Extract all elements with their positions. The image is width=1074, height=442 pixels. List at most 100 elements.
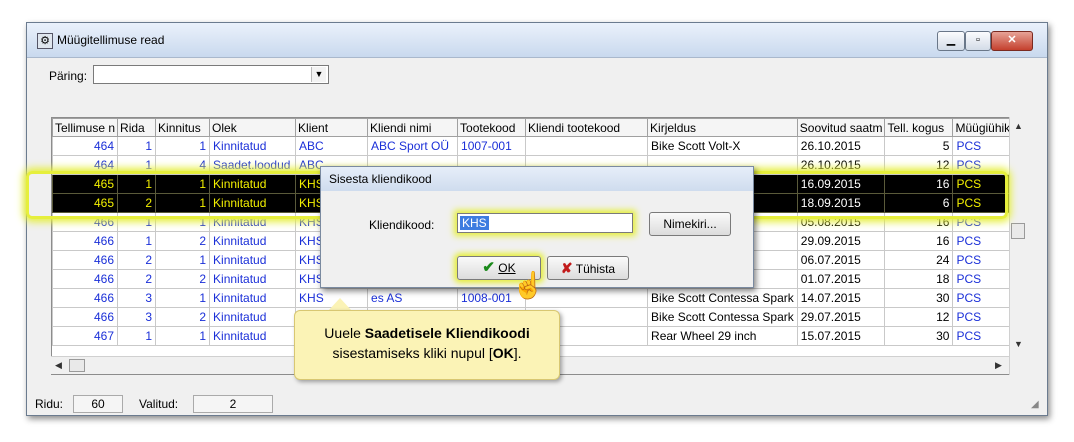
vertical-scrollbar[interactable]: ▲ ▼ [1009, 117, 1026, 375]
table-cell: 16.09.2015 [796, 174, 886, 194]
table-cell: 16 [884, 212, 954, 232]
table-cell: 1 [155, 193, 211, 213]
column-header[interactable]: Kliendi tootekood [525, 118, 649, 137]
table-cell: 1 [117, 326, 157, 346]
rows-count-label: Ridu: [35, 397, 64, 411]
table-header: Tellimuse n Rida Kinnitus Olek Klient Kliendi… [52, 118, 1014, 137]
table-cell: 06.07.2015 [796, 250, 886, 270]
table-cell: 466 [52, 212, 119, 232]
vertical-scroll-thumb[interactable] [1011, 223, 1025, 239]
chevron-down-icon[interactable]: ▼ [311, 67, 326, 82]
customer-code-value: KHS [460, 216, 489, 230]
customer-list-button[interactable]: Nimekiri... [649, 212, 731, 236]
table-cell: Bike Scott Contessa Spark [647, 288, 798, 308]
callout-line-1: Uuele Saadetisele Kliendikoodi [295, 323, 559, 343]
table-cell: Kinnitatud [209, 288, 297, 308]
table-cell: Bike Scott Volt-X [647, 136, 798, 156]
table-cell: 467 [52, 326, 119, 346]
table-cell: 29.07.2015 [796, 307, 886, 327]
column-header[interactable]: Tell. kogus [884, 118, 954, 137]
table-cell: 30 [884, 288, 954, 308]
column-header[interactable]: Soovitud saatm [796, 118, 886, 137]
table-cell: Kinnitatud [209, 250, 297, 270]
column-header[interactable]: Olek [209, 118, 297, 137]
table-cell: Saadet.loodud [209, 155, 297, 175]
table-cell: 1 [155, 250, 211, 270]
callout-emphasis: OK [492, 345, 514, 361]
column-header[interactable]: Kirjeldus [647, 118, 798, 137]
table-cell: Kinnitatud [209, 231, 297, 251]
table-cell: 1 [155, 326, 211, 346]
table-cell: Kinnitatud [209, 174, 297, 194]
scroll-down-icon[interactable]: ▼ [1014, 339, 1023, 349]
column-header[interactable]: Klient [295, 118, 369, 137]
app-window-icon: ⚙ [37, 33, 53, 49]
table-cell: 18.09.2015 [796, 193, 886, 213]
table-cell: 26.10.2015 [796, 136, 886, 156]
callout-emphasis: Saadetisele Kliendikoodi [364, 325, 530, 341]
table-cell: 18 [884, 269, 954, 289]
table-row[interactable]: 464 1 1 Kinnitatud ABC ABC Sport OÜ 1007-001 Bi… [52, 136, 1014, 156]
table-cell: 464 [52, 136, 119, 156]
table-cell: 2 [117, 193, 157, 213]
selected-count-label: Valitud: [139, 397, 179, 411]
cancel-button-label: Tühista [575, 262, 616, 276]
table-cell: 2 [117, 250, 157, 270]
table-cell: PCS [952, 307, 1014, 327]
table-cell: 2 [117, 269, 157, 289]
minimize-icon[interactable]: ▁ [937, 31, 965, 51]
table-cell: PCS [952, 250, 1014, 270]
maximize-icon[interactable]: ▫ [965, 31, 991, 51]
resize-grip-icon[interactable]: ◢ [1031, 399, 1039, 410]
table-cell: 12 [884, 307, 954, 327]
table-cell: 16 [884, 174, 954, 194]
scroll-right-icon[interactable]: ▶ [995, 360, 1002, 371]
cross-icon: ✘ [560, 260, 573, 276]
rows-count-value: 60 [73, 395, 123, 413]
title-bar[interactable]: ⚙ Müügitellimuse read ▁ ▫ ✕ [27, 23, 1047, 58]
callout-text: Uuele [324, 325, 365, 341]
column-header[interactable]: Tellimuse n [52, 118, 119, 137]
close-icon[interactable]: ✕ [991, 31, 1033, 51]
table-cell: Kinnitatud [209, 269, 297, 289]
checkmark-icon: ✔ [482, 259, 495, 276]
table-cell: 24 [884, 250, 954, 270]
table-cell: PCS [952, 155, 1014, 175]
scroll-left-icon[interactable]: ◀ [55, 360, 62, 371]
table-cell: 1007-001 [457, 136, 527, 156]
column-header[interactable]: Kliendi nimi [367, 118, 459, 137]
table-cell: 14.07.2015 [796, 288, 886, 308]
table-cell: ABC Sport OÜ [367, 136, 459, 156]
column-header[interactable]: Tootekood [457, 118, 527, 137]
table-cell: 12 [884, 155, 954, 175]
customer-code-input[interactable]: KHS [457, 213, 633, 233]
table-cell [525, 136, 649, 156]
table-cell: es AS [367, 288, 459, 308]
table-cell: 3 [117, 307, 157, 327]
table-cell: 30 [884, 326, 954, 346]
table-cell: 1 [117, 155, 157, 175]
table-cell: 465 [52, 193, 119, 213]
query-label: Päring: [49, 69, 88, 83]
table-cell: 16 [884, 231, 954, 251]
column-header[interactable]: Müügiühik [952, 118, 1014, 137]
column-header[interactable]: Rida [117, 118, 157, 137]
table-cell: 466 [52, 269, 119, 289]
table-cell: 465 [52, 174, 119, 194]
table-cell: Bike Scott Contessa Spark [647, 307, 798, 327]
table-cell: 1 [117, 136, 157, 156]
table-cell: 466 [52, 231, 119, 251]
cancel-button[interactable]: ✘ Tühista [547, 256, 629, 280]
query-select[interactable]: ▼ [93, 65, 329, 84]
table-cell: 1 [155, 288, 211, 308]
scroll-up-icon[interactable]: ▲ [1014, 121, 1023, 131]
table-cell: Kinnitatud [209, 136, 297, 156]
table-cell: 05.08.2015 [796, 212, 886, 232]
table-cell: 1 [155, 136, 211, 156]
horizontal-scroll-thumb[interactable] [69, 359, 85, 372]
table-cell: PCS [952, 288, 1014, 308]
table-cell: Kinnitatud [209, 212, 297, 232]
pointing-hand-cursor-icon: ☝ [512, 270, 545, 300]
column-header[interactable]: Kinnitus [155, 118, 211, 137]
table-cell: 3 [117, 288, 157, 308]
